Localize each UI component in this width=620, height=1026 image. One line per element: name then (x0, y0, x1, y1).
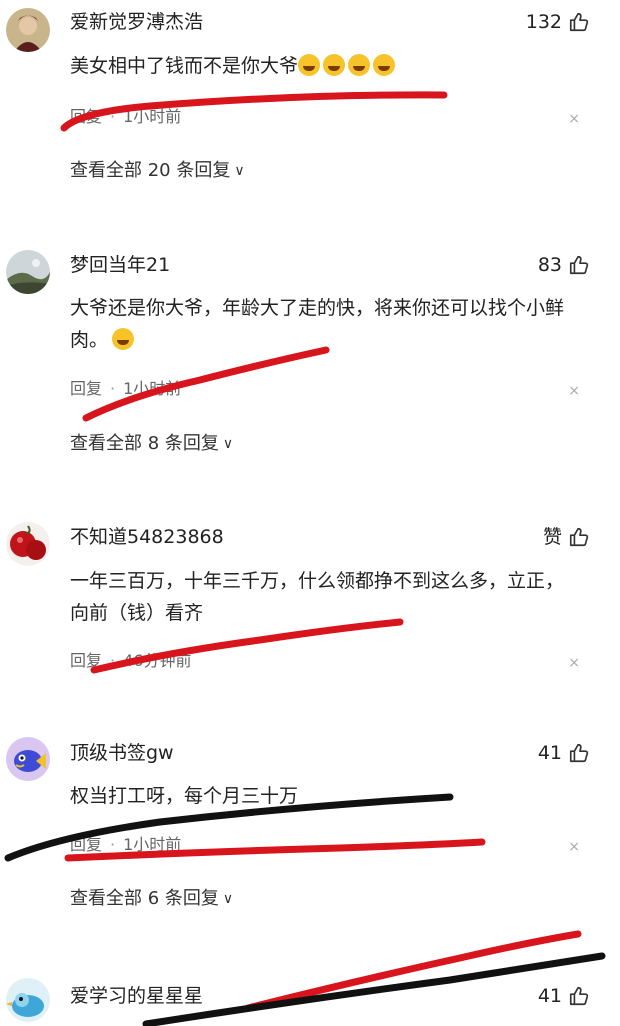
emoji-icon (112, 328, 135, 350)
like-count: 41 (537, 985, 562, 1007)
reply-button[interactable]: 回复 (70, 835, 102, 854)
comment-meta: 回复 · 1小时前 (70, 378, 181, 400)
comment-text: 一年三百万，十年三千万，什么领都挣不到这么多，立正，向前（钱）看齐 (70, 570, 565, 624)
cartoon-bird-avatar-icon (6, 978, 50, 1022)
username[interactable]: 爱新觉罗溥杰浩 (70, 9, 203, 35)
username[interactable]: 不知道54823868 (70, 524, 224, 550)
cartoon-fish-avatar-icon (6, 737, 50, 781)
timestamp: 1小时前 (123, 107, 182, 126)
separator-dot: · (110, 835, 116, 854)
view-all-replies-link[interactable]: 查看全部 6 条回复 ∨ (70, 887, 233, 911)
view-all-label: 查看全部 6 条回复 (70, 888, 219, 909)
comment-meta: 回复 · 1小时前 (70, 834, 181, 856)
close-icon[interactable]: × (568, 840, 580, 854)
close-icon[interactable]: × (568, 384, 580, 398)
timestamp: 1小时前 (123, 379, 182, 398)
thumbs-up-icon (569, 255, 589, 275)
like-button[interactable]: 赞 (543, 524, 590, 550)
chevron-down-icon: ∨ (234, 163, 245, 179)
emoji-icon (348, 54, 371, 76)
annotation-strokes (4, 91, 606, 1026)
timestamp: 1小时前 (123, 835, 182, 854)
like-count: 132 (525, 11, 562, 33)
red-berries-avatar-icon (6, 522, 50, 566)
thumbs-up-icon (569, 527, 589, 547)
portrait-avatar-icon (6, 8, 50, 52)
black-underline-stroke (142, 952, 606, 1026)
comment-body: 大爷还是你大爷，年龄大了走的快，将来你还可以找个小鲜肉。 (70, 297, 565, 351)
like-count: 41 (537, 742, 562, 764)
separator-dot: · (110, 107, 116, 126)
like-button[interactable]: 83 (538, 252, 590, 278)
close-icon[interactable]: × (568, 112, 580, 126)
username[interactable]: 爱学习的星星星 (70, 983, 203, 1009)
comment-body: 美女相中了钱而不是你大爷 (70, 55, 299, 77)
thumbs-up-icon (569, 12, 589, 32)
user-avatar[interactable] (6, 978, 50, 1022)
close-icon[interactable]: × (568, 656, 580, 670)
comment-text: 美女相中了钱而不是你大爷 (70, 50, 580, 82)
thumbs-up-icon (569, 743, 589, 763)
user-avatar[interactable] (6, 250, 50, 294)
thumbs-up-icon (569, 986, 589, 1006)
username[interactable]: 梦回当年21 (70, 252, 170, 278)
comment-text: 权当打工呀，每个月三十万 (70, 785, 299, 807)
like-button[interactable]: 41 (538, 983, 590, 1009)
comment-meta: 回复 · 1小时前 (70, 106, 181, 128)
view-all-label: 查看全部 20 条回复 (70, 160, 231, 181)
like-label: 赞 (542, 526, 562, 548)
reply-button[interactable]: 回复 (70, 107, 102, 126)
emoji-icon (323, 54, 346, 76)
view-all-replies-link[interactable]: 查看全部 8 条回复 ∨ (70, 432, 233, 456)
chevron-down-icon: ∨ (222, 436, 234, 452)
view-all-replies-link[interactable]: 查看全部 20 条回复 ∨ (70, 159, 245, 183)
emoji-icon (298, 54, 321, 76)
like-button[interactable]: 132 (526, 9, 590, 35)
reply-button[interactable]: 回复 (70, 651, 102, 670)
view-all-label: 查看全部 8 条回复 (70, 433, 219, 454)
user-avatar[interactable] (6, 8, 50, 52)
landscape-avatar-icon (6, 250, 50, 294)
chevron-down-icon: ∨ (222, 891, 234, 907)
username[interactable]: 顶级书签gw (70, 740, 174, 766)
like-button[interactable]: 41 (538, 740, 590, 766)
user-avatar[interactable] (6, 737, 50, 781)
emoji-icon (373, 54, 396, 76)
separator-dot: · (110, 651, 116, 670)
comment-text: 大爷还是你大爷，年龄大了走的快，将来你还可以找个小鲜肉。 (70, 292, 580, 356)
comment-meta: 回复 · 46分钟前 (70, 650, 191, 672)
separator-dot: · (110, 379, 116, 398)
emoji-icons (298, 54, 398, 77)
user-avatar[interactable] (6, 522, 50, 566)
like-count: 83 (537, 254, 562, 276)
reply-button[interactable]: 回复 (70, 379, 102, 398)
timestamp: 46分钟前 (123, 651, 192, 670)
red-underline-stroke (244, 930, 582, 1012)
